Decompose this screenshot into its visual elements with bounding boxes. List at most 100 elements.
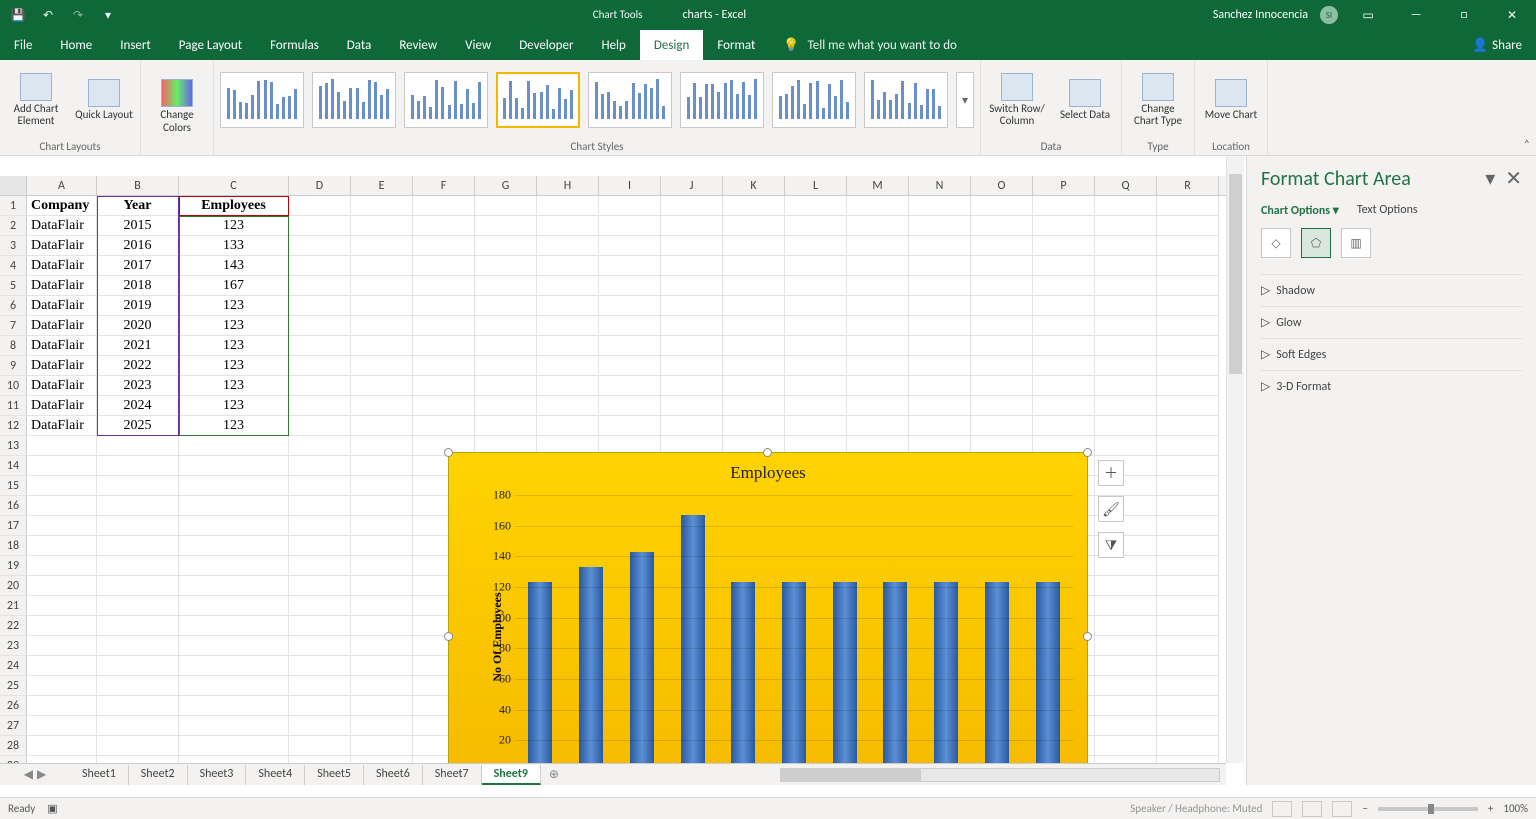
col-H[interactable]: H bbox=[537, 176, 599, 195]
menu-file[interactable]: File bbox=[0, 30, 46, 60]
chart-style-thumb[interactable] bbox=[588, 72, 672, 128]
section-glow[interactable]: ▷Glow bbox=[1261, 306, 1522, 338]
cell[interactable] bbox=[599, 376, 661, 396]
row-header[interactable]: 9 bbox=[0, 356, 27, 376]
cell[interactable] bbox=[1033, 416, 1095, 436]
cell[interactable] bbox=[351, 516, 413, 536]
cell[interactable] bbox=[1033, 276, 1095, 296]
cell[interactable] bbox=[661, 356, 723, 376]
cell[interactable] bbox=[909, 276, 971, 296]
cell[interactable] bbox=[351, 336, 413, 356]
col-Q[interactable]: Q bbox=[1095, 176, 1157, 195]
cell[interactable] bbox=[537, 296, 599, 316]
cell[interactable] bbox=[351, 656, 413, 676]
bar[interactable]: 2022 bbox=[883, 582, 907, 763]
cell[interactable] bbox=[1095, 616, 1157, 636]
cell[interactable] bbox=[723, 216, 785, 236]
cell[interactable] bbox=[351, 216, 413, 236]
cell[interactable] bbox=[27, 456, 97, 476]
cell[interactable] bbox=[351, 396, 413, 416]
cell[interactable] bbox=[289, 196, 351, 216]
cell[interactable] bbox=[351, 236, 413, 256]
chart-style-thumb[interactable] bbox=[864, 72, 948, 128]
cell[interactable] bbox=[661, 236, 723, 256]
cell[interactable] bbox=[909, 236, 971, 256]
y-axis-label[interactable]: No Of Employees bbox=[490, 592, 505, 681]
cell[interactable] bbox=[97, 636, 179, 656]
zoom-out-icon[interactable]: − bbox=[1362, 802, 1367, 815]
cell[interactable] bbox=[351, 456, 413, 476]
chart-style-thumb[interactable] bbox=[312, 72, 396, 128]
cell[interactable] bbox=[1095, 336, 1157, 356]
sheet-tab[interactable]: Sheet6 bbox=[364, 765, 423, 785]
cell[interactable] bbox=[847, 396, 909, 416]
share-button[interactable]: 👤 Share bbox=[1458, 30, 1536, 60]
cell[interactable] bbox=[1095, 436, 1157, 456]
cell[interactable] bbox=[1157, 636, 1219, 656]
cell[interactable] bbox=[1095, 736, 1157, 756]
cell[interactable] bbox=[1157, 696, 1219, 716]
text-options-tab[interactable]: Text Options bbox=[1357, 203, 1418, 218]
cell[interactable] bbox=[351, 256, 413, 276]
cell[interactable] bbox=[723, 376, 785, 396]
cell[interactable] bbox=[1033, 336, 1095, 356]
menu-insert[interactable]: Insert bbox=[106, 30, 165, 60]
collapse-ribbon-icon[interactable]: ˄ bbox=[1524, 138, 1530, 152]
cell[interactable] bbox=[537, 216, 599, 236]
cell[interactable] bbox=[289, 556, 351, 576]
cell[interactable] bbox=[1157, 716, 1219, 736]
row-header[interactable]: 11 bbox=[0, 396, 27, 416]
row-header[interactable]: 5 bbox=[0, 276, 27, 296]
cell[interactable] bbox=[179, 536, 289, 556]
cell[interactable] bbox=[599, 196, 661, 216]
cell[interactable] bbox=[351, 556, 413, 576]
chart-title[interactable]: Employees bbox=[449, 453, 1087, 483]
cell[interactable] bbox=[1157, 576, 1219, 596]
cell[interactable] bbox=[27, 616, 97, 636]
cell[interactable] bbox=[537, 236, 599, 256]
cell[interactable] bbox=[351, 616, 413, 636]
cell[interactable]: DataFlair bbox=[27, 236, 97, 256]
cell[interactable]: 167 bbox=[179, 276, 289, 296]
cell[interactable] bbox=[661, 336, 723, 356]
cell[interactable] bbox=[909, 216, 971, 236]
macro-record-icon[interactable]: ▣ bbox=[47, 802, 57, 815]
cell[interactable] bbox=[1095, 236, 1157, 256]
cell[interactable] bbox=[723, 396, 785, 416]
cell[interactable] bbox=[537, 316, 599, 336]
cell[interactable] bbox=[1157, 496, 1219, 516]
cell[interactable] bbox=[1157, 656, 1219, 676]
cell[interactable] bbox=[847, 216, 909, 236]
normal-view-icon[interactable] bbox=[1272, 801, 1292, 817]
cell[interactable] bbox=[97, 496, 179, 516]
cell[interactable] bbox=[27, 656, 97, 676]
cell[interactable] bbox=[475, 416, 537, 436]
cell[interactable]: 2021 bbox=[97, 336, 179, 356]
cell[interactable] bbox=[909, 316, 971, 336]
cell[interactable] bbox=[351, 416, 413, 436]
minimize-icon[interactable]: — bbox=[1398, 1, 1434, 29]
zoom-slider[interactable] bbox=[1378, 807, 1478, 811]
cell[interactable] bbox=[1157, 756, 1219, 763]
cell[interactable] bbox=[909, 416, 971, 436]
cell[interactable] bbox=[289, 316, 351, 336]
ribbon-display-options-icon[interactable]: ▭ bbox=[1350, 1, 1386, 29]
change-chart-type-button[interactable]: Change Chart Type bbox=[1128, 73, 1188, 127]
cell[interactable] bbox=[1033, 236, 1095, 256]
section-soft-edges[interactable]: ▷Soft Edges bbox=[1261, 338, 1522, 370]
fill-line-icon[interactable]: ◇ bbox=[1261, 228, 1291, 258]
cell[interactable] bbox=[785, 296, 847, 316]
cell[interactable] bbox=[179, 676, 289, 696]
cell[interactable] bbox=[97, 556, 179, 576]
bar[interactable]: 2016 bbox=[579, 567, 603, 763]
sheet-tab[interactable]: Sheet5 bbox=[305, 765, 364, 785]
cell[interactable] bbox=[1095, 556, 1157, 576]
cell[interactable] bbox=[289, 756, 351, 763]
cell[interactable] bbox=[289, 396, 351, 416]
col-B[interactable]: B bbox=[97, 176, 179, 195]
cell[interactable]: Employees bbox=[179, 196, 289, 216]
cell[interactable] bbox=[971, 316, 1033, 336]
col-I[interactable]: I bbox=[599, 176, 661, 195]
col-N[interactable]: N bbox=[909, 176, 971, 195]
cell[interactable] bbox=[475, 236, 537, 256]
